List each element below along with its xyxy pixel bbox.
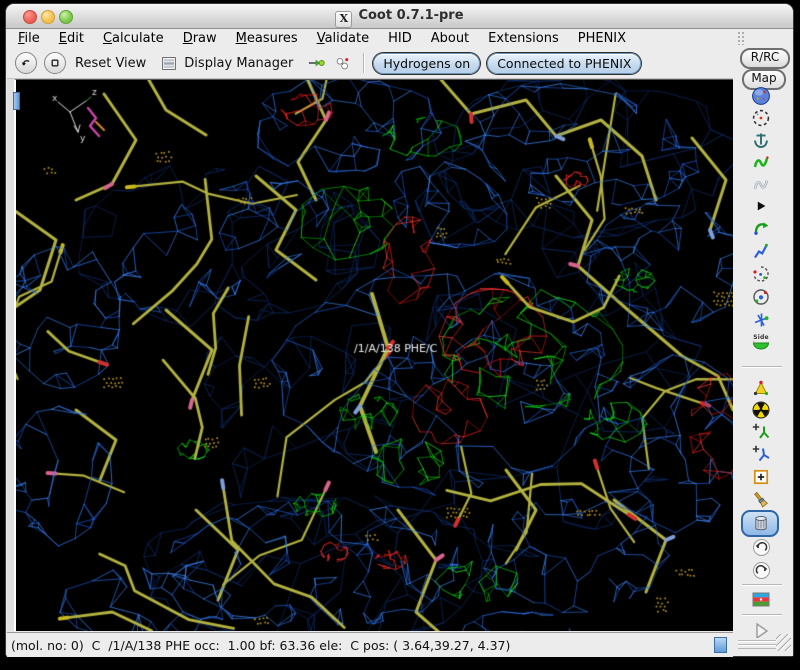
grey-squiggle-regularize-icon[interactable] [750,173,772,195]
menu-validate[interactable]: Validate [317,31,369,46]
gl-viewport[interactable] [14,79,733,631]
redo-arrow-icon[interactable] [750,559,772,581]
window-title: XCoot 0.7.1-pre [6,8,793,28]
toolbar-separator [363,53,365,73]
add-terminal-residue-icon[interactable] [750,421,772,443]
panel-separator [742,614,782,616]
coot-window: XCoot 0.7.1-pre File Edit Calculate Draw… [6,4,793,656]
menu-extensions[interactable]: Extensions [488,31,559,46]
display-manager-icon [160,55,178,72]
toolbar-drag-handle[interactable] [737,31,745,45]
green-squiggle-refine-icon[interactable] [750,151,772,173]
mutate-triangle-icon[interactable] [750,377,772,399]
flag-icon[interactable] [750,588,772,610]
status-bar: (mol. no: 0) C /1/A/138 PHE occ: 1.00 bf… [7,632,733,657]
window-resize-grip[interactable] [776,634,791,651]
chi-angles-zigzag-icon[interactable] [750,240,772,262]
rotate-translate-arrow-icon[interactable] [750,217,772,239]
radioactive-mutate-icon[interactable] [750,399,772,421]
x11-icon: X [335,11,352,28]
undo-arrow-icon[interactable] [750,536,772,558]
viewport-area [7,79,733,631]
right-tool-panel: R/RC Map [733,48,793,656]
menu-measures[interactable]: Measures [236,31,298,46]
panel-separator [742,366,782,368]
menu-draw[interactable]: Draw [183,31,217,46]
menu-edit[interactable]: Edit [59,31,84,46]
display-manager-button[interactable]: Display Manager [184,56,293,71]
hydrogens-toggle-button[interactable]: Hydrogens on [373,53,480,74]
contour-scrollbar-thumb[interactable] [13,92,20,110]
back-view-button[interactable] [15,52,37,74]
menu-calculate[interactable]: Calculate [103,31,164,46]
back-arrow-icon [18,55,34,71]
stop-view-button[interactable] [44,52,66,74]
panel-separator [742,584,782,586]
panel-grip[interactable] [738,638,776,649]
place-atom-box-icon[interactable] [750,466,772,488]
menu-file[interactable]: File [18,31,40,46]
menu-bar: File Edit Calculate Draw Measures Valida… [6,29,793,48]
title-bar[interactable]: XCoot 0.7.1-pre [6,4,793,29]
reset-view-button[interactable]: Reset View [75,56,146,71]
go-to-atom-icon[interactable] [307,55,326,71]
recentre-sphere-icon[interactable] [750,85,772,107]
phenix-connection-button[interactable]: Connected to PHENIX [487,53,641,74]
add-alt-conf-icon[interactable] [750,443,772,465]
anchor-icon[interactable] [750,129,772,151]
menu-about[interactable]: About [431,31,469,46]
status-scrollbar-thumb[interactable] [714,637,727,653]
side-chain-180-icon[interactable]: Side [750,333,772,357]
menu-phenix[interactable]: PHENIX [578,31,626,46]
flip-peptide-star-icon[interactable] [750,309,772,331]
molecule-icon[interactable] [334,54,351,72]
play-triangle-icon[interactable] [750,195,772,217]
paintbrush-icon[interactable] [750,489,772,511]
rrc-button[interactable]: R/RC [740,48,790,69]
square-icon [47,55,63,71]
rotamer-dashed-circle-icon[interactable] [750,263,772,285]
rotamer-circle-atoms-icon[interactable] [750,286,772,308]
menu-hid[interactable]: HID [388,31,412,46]
delete-trash-icon[interactable] [750,512,772,534]
main-toolbar: Reset View Display Manager Hydrogens on … [7,48,733,79]
atom-status-text: (mol. no: 0) C /1/A/138 PHE occ: 1.00 bf… [7,638,510,653]
dashed-sphere-icon[interactable] [750,107,772,129]
